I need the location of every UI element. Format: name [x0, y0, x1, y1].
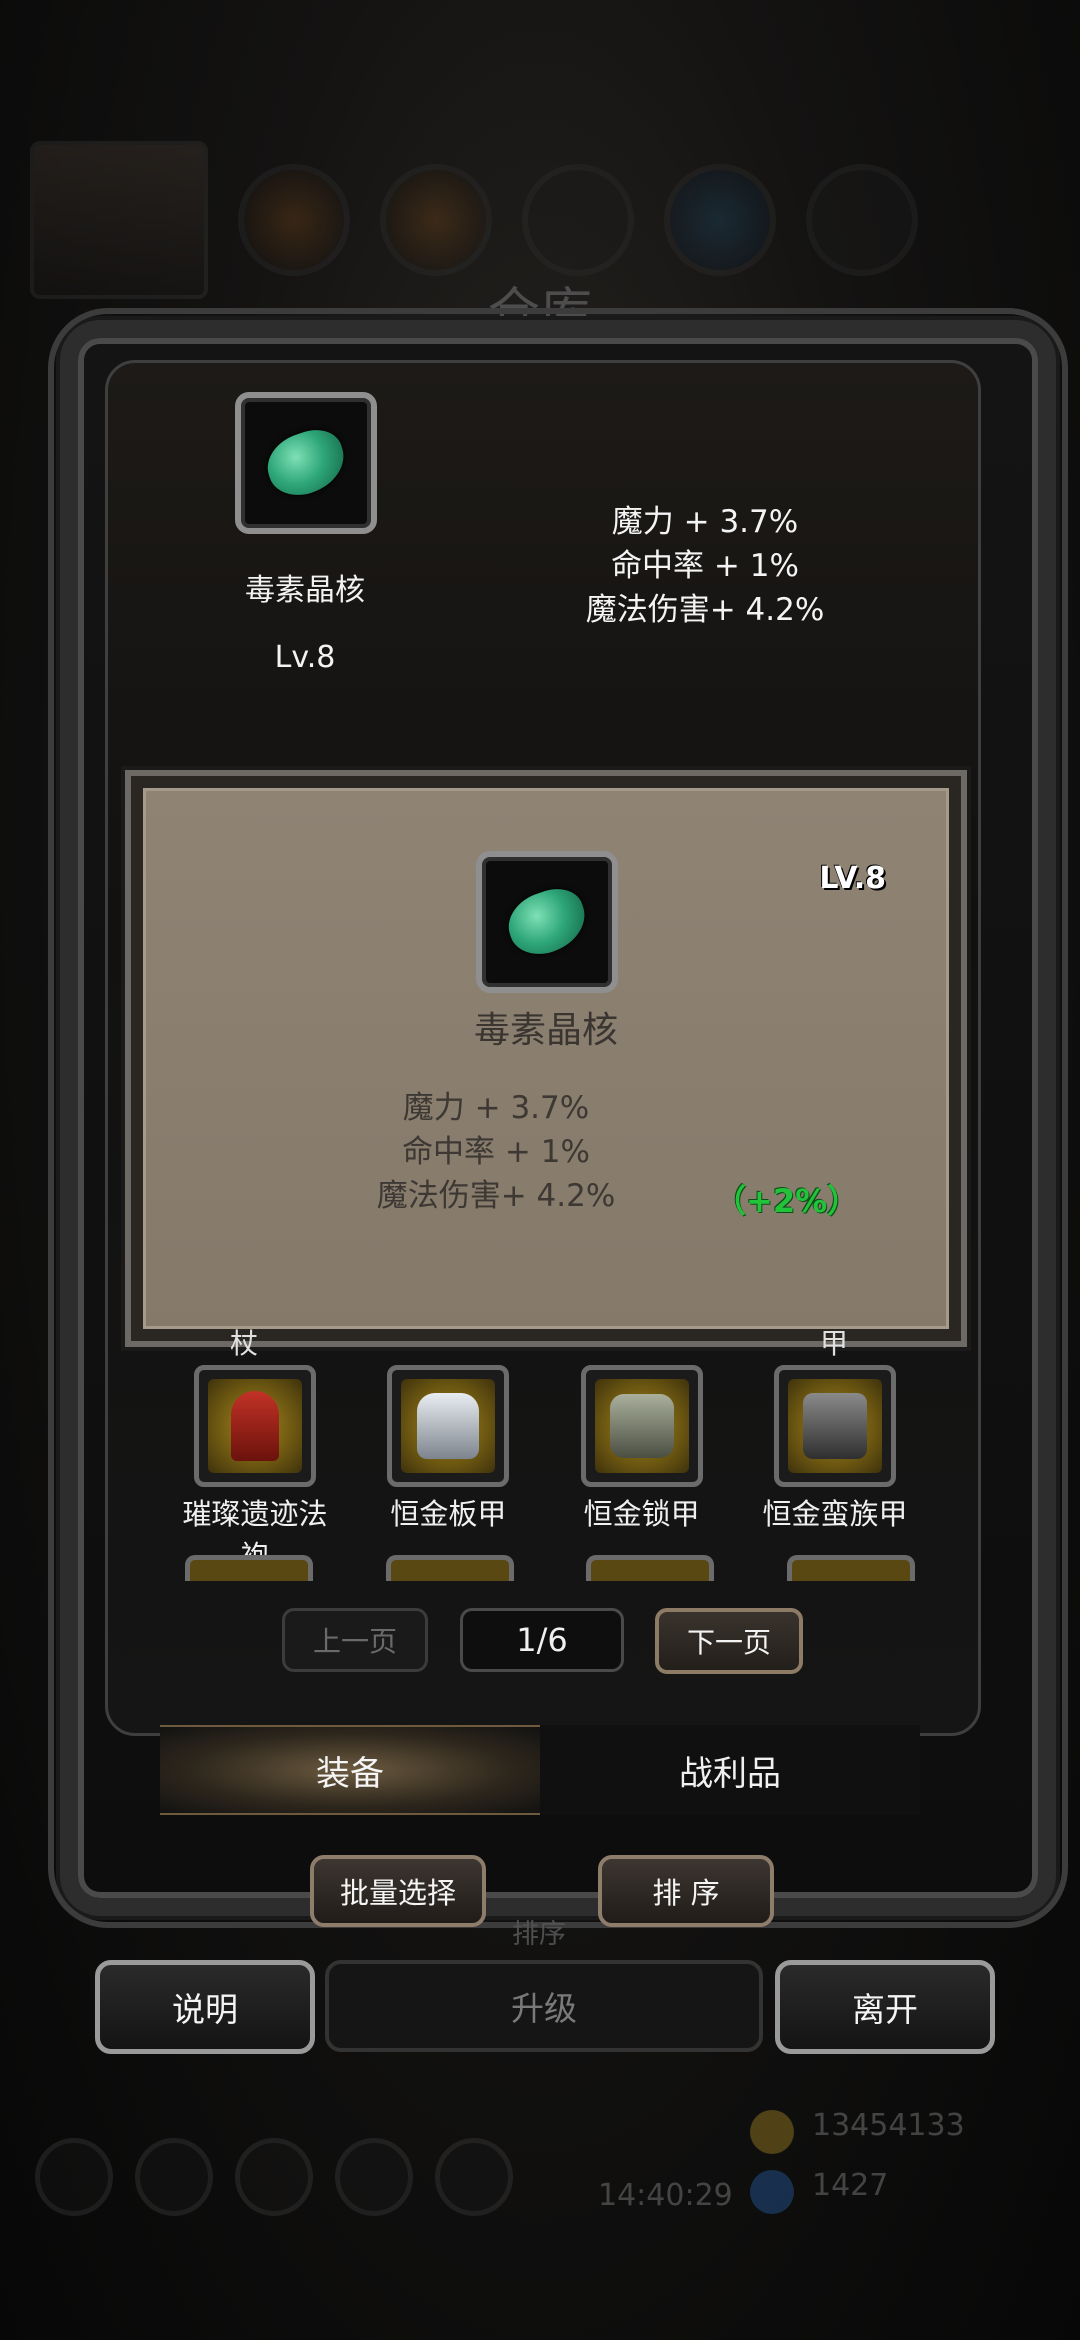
item-slot[interactable] [235, 392, 377, 534]
item-slot[interactable] [786, 1555, 915, 1581]
gem-amount: 1427 [812, 2168, 889, 2203]
tooltip-card: LV.8 毒素晶核 魔力 + 3.7% 命中率 + 1% 魔法伤害+ 4.2% … [143, 788, 949, 1329]
skill-slot-icon [522, 164, 634, 276]
chain-armor-icon [609, 1394, 674, 1458]
item-name: 恒金板甲 [390, 1497, 507, 1531]
skill-slot-icon [806, 164, 918, 276]
item-name: 恒金蛮族甲 [762, 1497, 908, 1531]
gold-coin-icon [750, 2110, 794, 2154]
skill-slot-icon [380, 164, 492, 276]
tooltip-name: 毒素晶核 [473, 1010, 618, 1051]
menu-icon [135, 2138, 213, 2216]
stat-bonus: （+2%） [714, 1182, 860, 1220]
inventory-item[interactable]: 恒金锁甲 [552, 1365, 732, 1577]
inventory-item[interactable]: 璀璨遗迹法袍 [165, 1365, 345, 1577]
tooltip-stats: 魔力 + 3.7% 命中率 + 1% 魔法伤害+ 4.2% [346, 1086, 646, 1218]
page-indicator: 1/6 [460, 1608, 624, 1672]
sort-label-ghost: 排序 [512, 1919, 566, 1950]
item-slot[interactable] [387, 1365, 510, 1487]
help-button[interactable]: 说明 [95, 1960, 315, 2054]
background-top-bar [30, 141, 1050, 299]
gem-currency-icon [750, 2170, 794, 2214]
batch-select-button[interactable]: 批量选择 [310, 1855, 486, 1927]
robe-icon [231, 1391, 279, 1461]
item-label-cut: 甲 [820, 1327, 849, 1360]
item-slot[interactable] [194, 1365, 316, 1487]
background-bottom-bar: 13454133 1427 14:40:29 [0, 2090, 1080, 2220]
item-tooltip: LV.8 毒素晶核 魔力 + 3.7% 命中率 + 1% 魔法伤害+ 4.2% … [125, 770, 967, 1347]
menu-icon [435, 2138, 513, 2216]
item-level: Lv.8 [274, 640, 336, 675]
menu-icon [235, 2138, 313, 2216]
stat-line: 魔法伤害+ 4.2% [585, 592, 825, 628]
stat-line: 命中率 + 1% [402, 1134, 590, 1170]
tooltip-level: LV.8 [819, 861, 886, 896]
skill-slot-icon [664, 164, 776, 276]
prev-page-button[interactable]: 上一页 [282, 1608, 428, 1672]
tooltip-item-slot [476, 851, 618, 993]
poison-crystal-gem-icon [500, 881, 594, 963]
menu-icon [35, 2138, 113, 2216]
item-slot[interactable] [185, 1555, 313, 1581]
item-slot[interactable] [586, 1555, 715, 1581]
inventory-item[interactable]: 恒金蛮族甲 [745, 1365, 925, 1577]
leave-button[interactable]: 离开 [775, 1960, 995, 2054]
poison-crystal-gem-icon [259, 422, 353, 504]
tab-loot[interactable]: 战利品 [540, 1725, 920, 1815]
inventory-row-partial [185, 1555, 915, 1581]
stat-line: 魔法伤害+ 4.2% [376, 1178, 616, 1214]
item-slot[interactable] [385, 1555, 514, 1581]
menu-icon [335, 2138, 413, 2216]
item-label-cut: 杖 [230, 1327, 259, 1360]
category-tabs: 装备 战利品 [160, 1725, 920, 1815]
barbarian-armor-icon [802, 1393, 867, 1459]
upgrade-button[interactable]: 升级 [325, 1960, 763, 2052]
inventory-grid: 璀璨遗迹法袍 恒金板甲 恒金锁甲 恒金蛮族甲 [165, 1365, 925, 1577]
item-name: 恒金锁甲 [583, 1497, 700, 1531]
next-page-button[interactable]: 下一页 [655, 1608, 803, 1674]
inventory-item[interactable]: 恒金板甲 [358, 1365, 538, 1577]
gold-amount: 13454133 [812, 2108, 965, 2143]
stat-line: 魔力 + 3.7% [611, 504, 799, 540]
item-slot[interactable] [580, 1365, 703, 1487]
stat-line: 命中率 + 1% [611, 548, 799, 584]
clock: 14:40:29 [598, 2178, 733, 2213]
skill-slot-icon [238, 164, 350, 276]
plate-armor-icon [417, 1393, 480, 1459]
item-stats: 魔力 + 3.7% 命中率 + 1% 魔法伤害+ 4.2% [540, 500, 870, 632]
sort-button[interactable]: 排 序 [598, 1855, 774, 1927]
item-name: 毒素晶核 [245, 573, 365, 608]
stat-line: 魔力 + 3.7% [402, 1090, 590, 1126]
tab-equipment[interactable]: 装备 [160, 1725, 540, 1815]
item-slot[interactable] [773, 1365, 896, 1487]
